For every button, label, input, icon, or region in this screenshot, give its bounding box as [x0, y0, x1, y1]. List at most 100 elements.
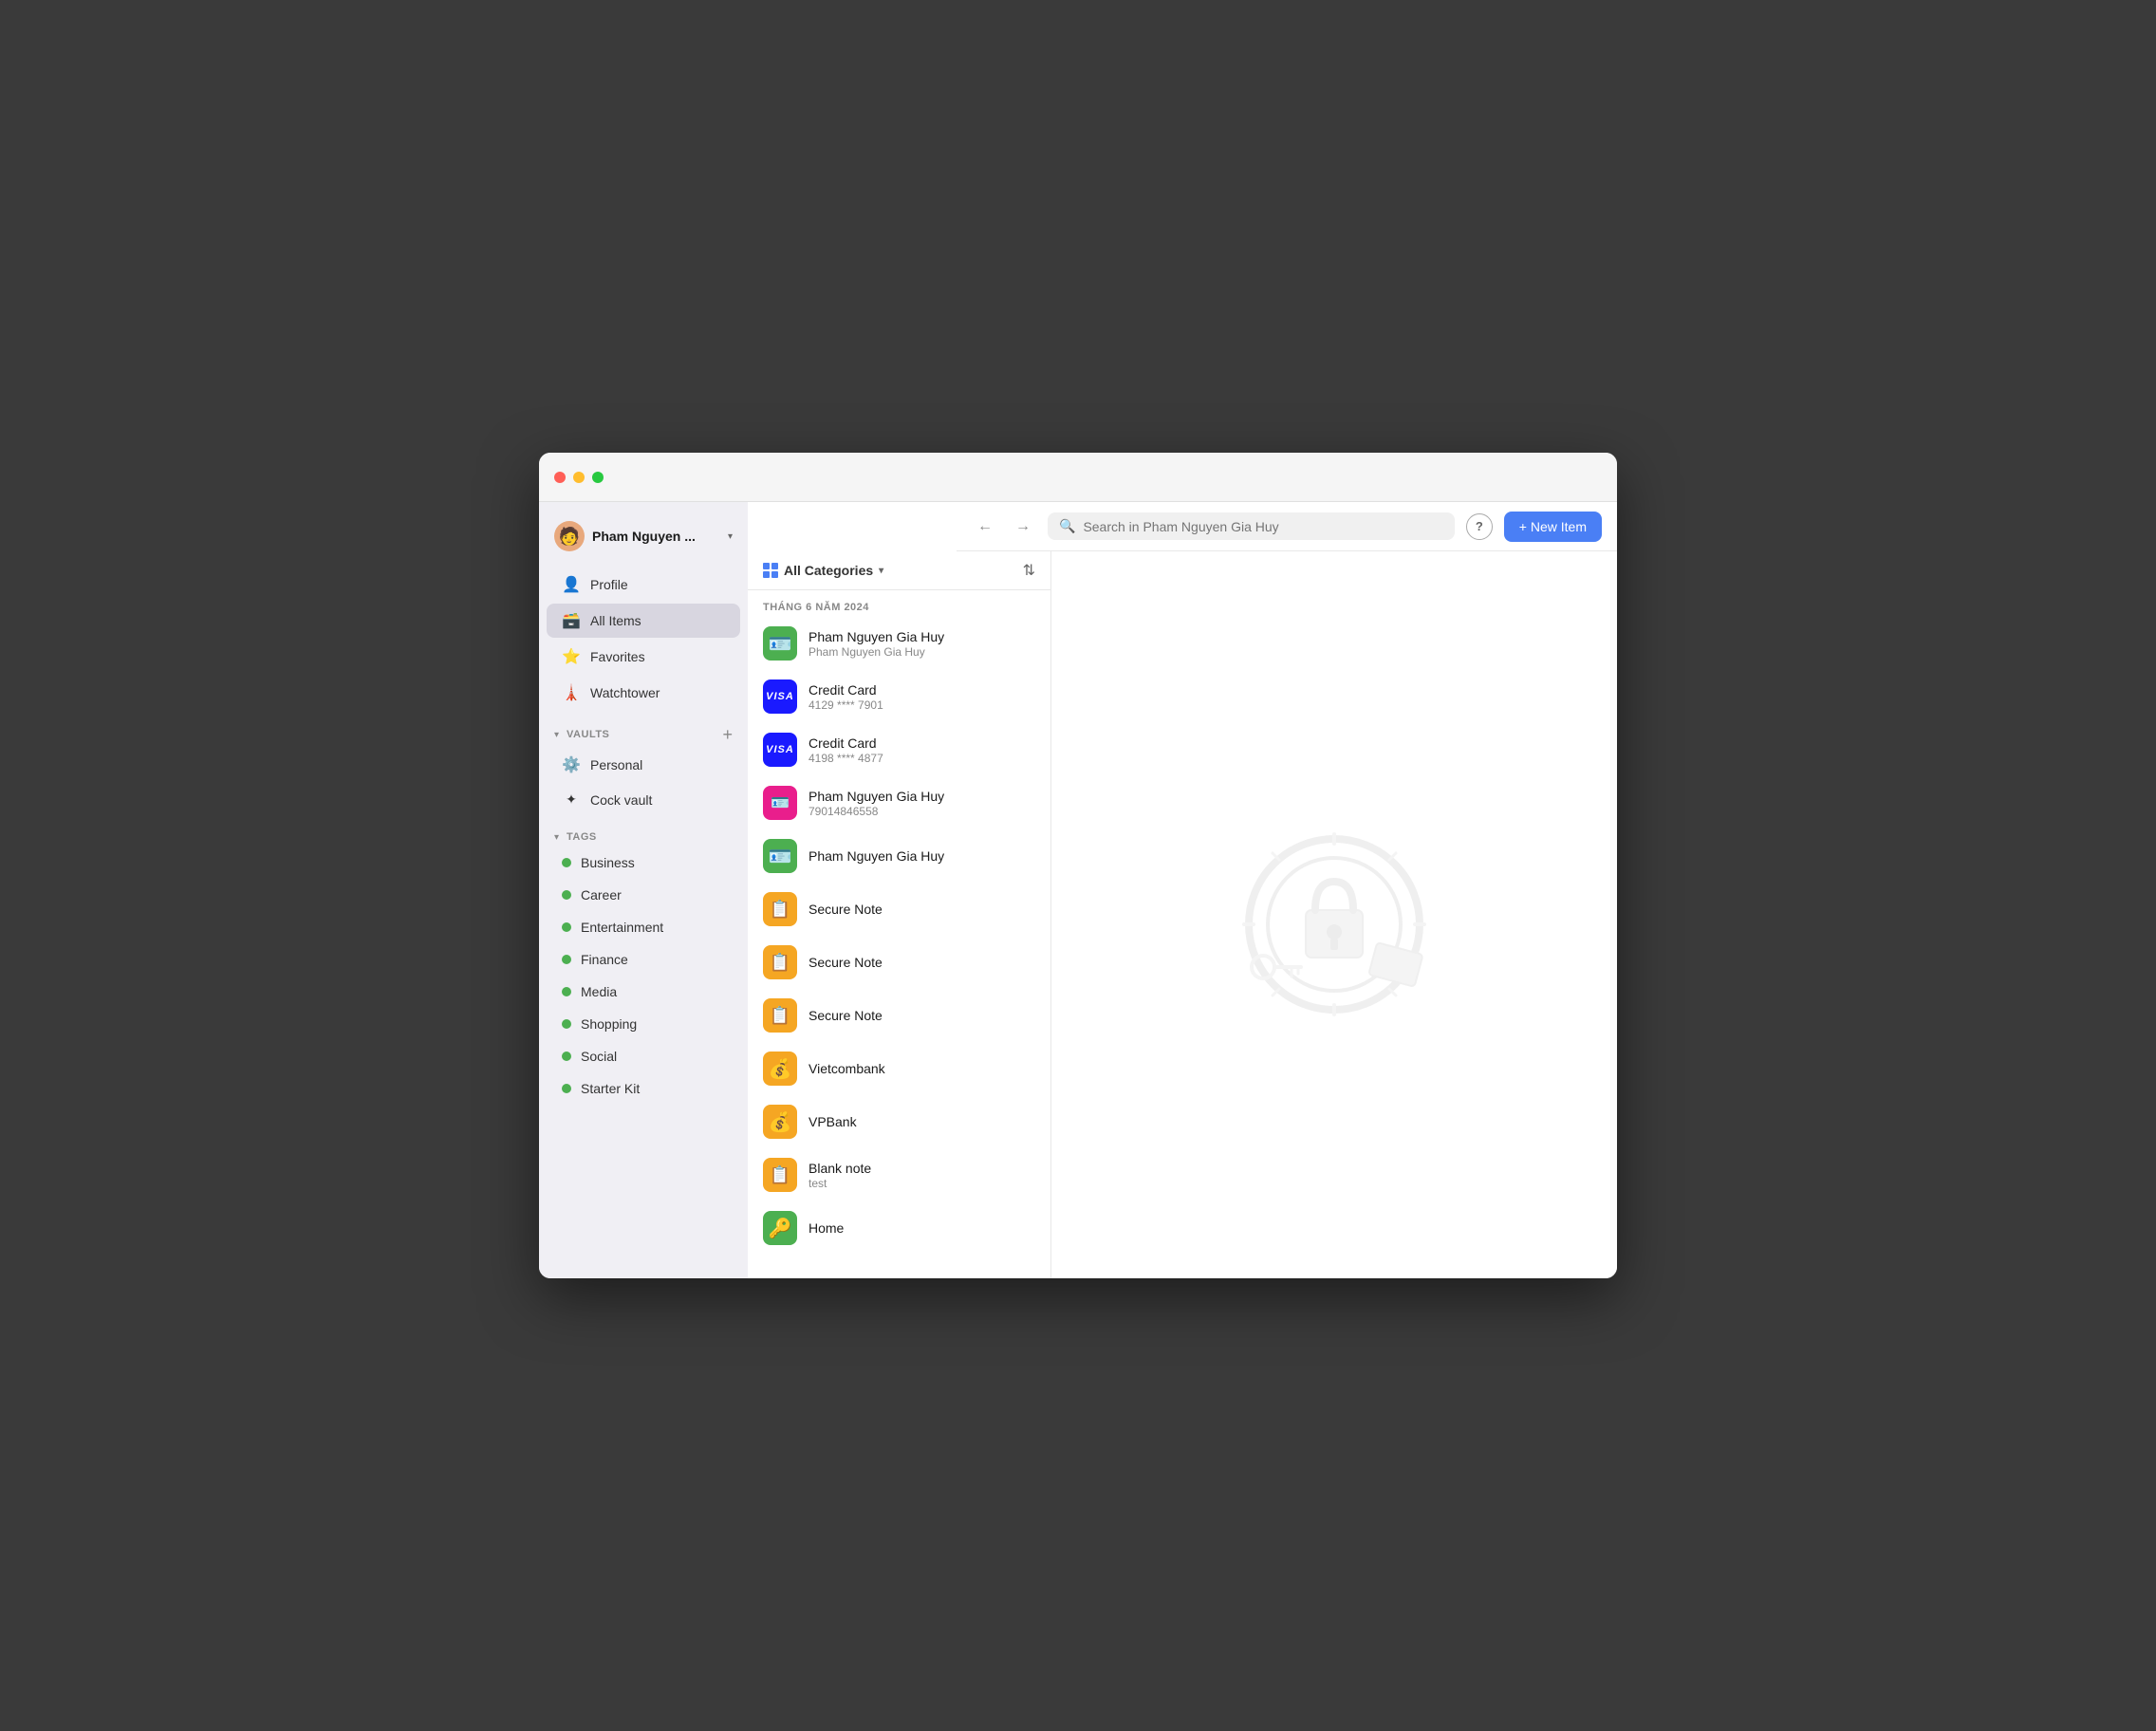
item-name: VPBank	[808, 1114, 1035, 1129]
new-item-button[interactable]: + New Item	[1504, 512, 1602, 542]
list-item[interactable]: 🪪 Pham Nguyen Gia Huy	[748, 829, 1050, 883]
category-grid-icon	[763, 563, 778, 578]
sidebar-item-watchtower-label: Watchtower	[590, 685, 660, 700]
sidebar-item-social-label: Social	[581, 1049, 617, 1064]
sidebar-item-finance-label: Finance	[581, 952, 628, 967]
item-sub: 4129 **** 7901	[808, 698, 1035, 712]
sidebar-item-favorites[interactable]: ⭐ Favorites	[547, 640, 740, 674]
list-item[interactable]: 🪪 Pham Nguyen Gia Huy Pham Nguyen Gia Hu…	[748, 617, 1050, 670]
detail-panel	[1051, 551, 1617, 1278]
cock-vault-icon: ✦	[562, 791, 581, 808]
sidebar-item-shopping-label: Shopping	[581, 1016, 637, 1032]
note-icon: 📋	[763, 892, 797, 926]
item-text: Credit Card 4198 **** 4877	[808, 735, 1035, 765]
sidebar-item-starter-kit[interactable]: Starter Kit	[547, 1073, 740, 1104]
item-name: Secure Note	[808, 955, 1035, 970]
user-name: Pham Nguyen ...	[592, 529, 720, 544]
list-item[interactable]: VISA Credit Card 4198 **** 4877	[748, 723, 1050, 776]
bank-icon: 💰	[763, 1105, 797, 1139]
vaults-add-button[interactable]: +	[722, 726, 733, 743]
category-chevron-icon: ▾	[879, 566, 883, 576]
maximize-button[interactable]	[592, 472, 604, 483]
list-item[interactable]: 📋 Secure Note	[748, 989, 1050, 1042]
forward-button[interactable]: →	[1010, 514, 1036, 539]
list-item[interactable]: 🪪 Pham Nguyen Gia Huy 79014846558	[748, 776, 1050, 829]
sidebar-item-career[interactable]: Career	[547, 880, 740, 910]
sidebar-item-finance[interactable]: Finance	[547, 944, 740, 975]
sidebar: 🧑 Pham Nguyen ... ▾ 👤 Profile 🗃️ All Ite…	[539, 502, 748, 1278]
visa-icon: VISA	[763, 733, 797, 767]
search-bar: 🔍	[1048, 512, 1455, 540]
list-item[interactable]: VISA Credit Card 4129 **** 7901	[748, 670, 1050, 723]
chevron-down-icon: ▾	[728, 531, 733, 542]
note-icon: 📋	[763, 945, 797, 979]
minimize-button[interactable]	[573, 472, 585, 483]
sidebar-item-media[interactable]: Media	[547, 977, 740, 1007]
list-item[interactable]: 📋 Blank note test	[748, 1148, 1050, 1201]
sidebar-item-personal-label: Personal	[590, 757, 642, 772]
list-item[interactable]: 📋 Secure Note	[748, 936, 1050, 989]
sidebar-item-media-label: Media	[581, 984, 617, 999]
item-name: Secure Note	[808, 1008, 1035, 1023]
item-text: Vietcombank	[808, 1061, 1035, 1076]
item-name: Secure Note	[808, 902, 1035, 917]
back-button[interactable]: ←	[972, 514, 998, 539]
bank-icon: 💰	[763, 1052, 797, 1086]
list-item[interactable]: 📋 Secure Note	[748, 883, 1050, 936]
sidebar-item-cock-vault[interactable]: ✦ Cock vault	[547, 784, 740, 815]
item-text: Home	[808, 1220, 1035, 1236]
sidebar-item-social[interactable]: Social	[547, 1041, 740, 1071]
sidebar-item-favorites-label: Favorites	[590, 649, 645, 664]
sidebar-item-entertainment[interactable]: Entertainment	[547, 912, 740, 942]
sidebar-item-profile-label: Profile	[590, 577, 628, 592]
list-item[interactable]: 💰 Vietcombank	[748, 1042, 1050, 1095]
category-label: All Categories	[784, 563, 873, 578]
vaults-toggle[interactable]: ▾	[554, 730, 559, 740]
sidebar-item-shopping[interactable]: Shopping	[547, 1009, 740, 1039]
entertainment-tag-dot	[562, 922, 571, 932]
identity-icon: 🪪	[763, 839, 797, 873]
vaults-section-header: ▾ VAULTS +	[539, 718, 748, 747]
item-text: Secure Note	[808, 955, 1035, 970]
business-tag-dot	[562, 858, 571, 867]
help-button[interactable]: ?	[1466, 513, 1493, 540]
item-text: Credit Card 4129 **** 7901	[808, 682, 1035, 712]
item-text: Blank note test	[808, 1161, 1035, 1190]
sidebar-item-career-label: Career	[581, 887, 622, 903]
list-item[interactable]: 🔑 Home	[748, 1201, 1050, 1255]
avatar: 🧑	[554, 521, 585, 551]
list-body: THÁNG 6 NĂM 2024 🪪 Pham Nguyen Gia Huy P…	[748, 590, 1050, 1278]
category-selector[interactable]: All Categories ▾	[763, 563, 883, 578]
media-tag-dot	[562, 987, 571, 996]
sidebar-item-personal[interactable]: ⚙️ Personal	[547, 748, 740, 782]
user-menu[interactable]: 🧑 Pham Nguyen ... ▾	[539, 513, 748, 567]
sidebar-item-watchtower[interactable]: 🗼 Watchtower	[547, 676, 740, 710]
item-text: Secure Note	[808, 1008, 1035, 1023]
sidebar-item-business[interactable]: Business	[547, 847, 740, 878]
item-text: Secure Note	[808, 902, 1035, 917]
item-name: Pham Nguyen Gia Huy	[808, 848, 1035, 864]
vaults-label: VAULTS	[567, 729, 609, 740]
tags-toggle[interactable]: ▾	[554, 832, 559, 843]
lock-illustration	[1211, 791, 1458, 1038]
favorites-icon: ⭐	[562, 647, 581, 666]
login-icon: 🔑	[763, 1211, 797, 1245]
right-panels: ← → 🔍 ? + New Item	[748, 502, 1617, 1278]
item-name: Credit Card	[808, 735, 1035, 751]
sidebar-item-all-items[interactable]: 🗃️ All Items	[547, 604, 740, 638]
sidebar-item-entertainment-label: Entertainment	[581, 920, 663, 935]
search-input[interactable]	[1083, 519, 1442, 534]
sidebar-item-profile[interactable]: 👤 Profile	[547, 568, 740, 602]
finance-tag-dot	[562, 955, 571, 964]
sort-button[interactable]: ⇅	[1023, 561, 1035, 580]
list-panel: All Categories ▾ ⇅ THÁNG 6 NĂM 2024 🪪	[748, 551, 1051, 1278]
shopping-tag-dot	[562, 1019, 571, 1029]
sidebar-item-cock-vault-label: Cock vault	[590, 792, 652, 808]
tags-section-header: ▾ TAGS	[539, 824, 748, 847]
close-button[interactable]	[554, 472, 566, 483]
item-text: VPBank	[808, 1114, 1035, 1129]
titlebar	[539, 453, 1617, 502]
item-name: Home	[808, 1220, 1035, 1236]
social-tag-dot	[562, 1052, 571, 1061]
list-item[interactable]: 💰 VPBank	[748, 1095, 1050, 1148]
